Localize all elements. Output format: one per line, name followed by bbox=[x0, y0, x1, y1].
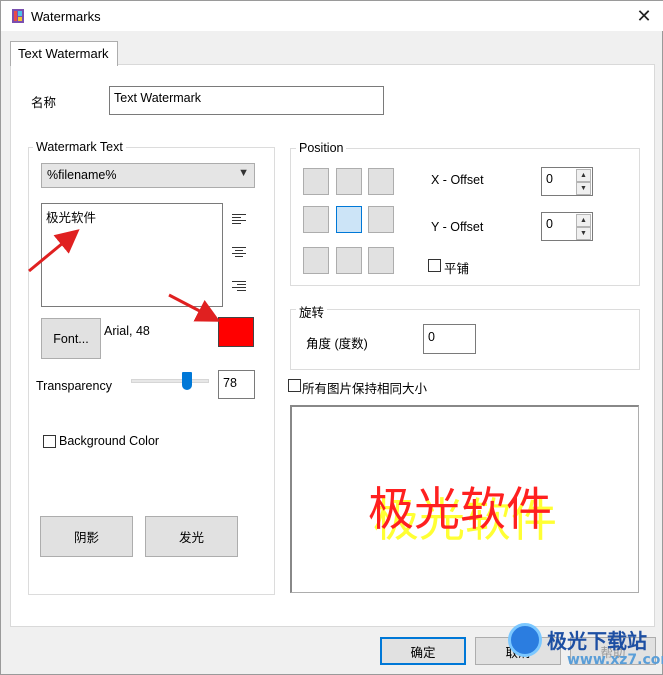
tile-checkbox[interactable] bbox=[428, 259, 441, 272]
position-top-right[interactable] bbox=[368, 168, 394, 195]
watermark-text-group-title: Watermark Text bbox=[33, 140, 126, 154]
align-left-icon[interactable] bbox=[232, 214, 248, 228]
y-offset-down-icon[interactable]: ▼ bbox=[576, 227, 591, 240]
watermark-text-area[interactable]: 极光软件 bbox=[41, 203, 223, 307]
font-description: Arial, 48 bbox=[104, 324, 150, 338]
chevron-down-icon: ▼ bbox=[238, 167, 249, 179]
ok-button[interactable]: 确定 bbox=[380, 637, 466, 665]
glow-button[interactable]: 发光 bbox=[145, 516, 238, 557]
background-color-checkbox[interactable] bbox=[43, 435, 56, 448]
preview-watermark-text: 极光软件 bbox=[368, 482, 552, 536]
name-label: 名称 bbox=[31, 96, 57, 110]
title-bar: Watermarks ✕ bbox=[1, 1, 663, 31]
shadow-button[interactable]: 阴影 bbox=[40, 516, 133, 557]
position-middle-right[interactable] bbox=[368, 206, 394, 233]
transparency-slider-track[interactable] bbox=[131, 379, 209, 383]
position-top-left[interactable] bbox=[303, 168, 329, 195]
app-icon bbox=[12, 9, 24, 23]
close-icon: ✕ bbox=[636, 6, 652, 26]
position-top-center[interactable] bbox=[336, 168, 362, 195]
position-middle-left[interactable] bbox=[303, 206, 329, 233]
position-bottom-center[interactable] bbox=[336, 247, 362, 274]
text-variable-value: %filename% bbox=[47, 168, 117, 182]
position-bottom-right[interactable] bbox=[368, 247, 394, 274]
position-group-title: Position bbox=[296, 141, 347, 155]
align-right-icon[interactable] bbox=[232, 281, 248, 295]
align-center-icon[interactable] bbox=[232, 247, 248, 261]
transparency-slider-thumb[interactable] bbox=[181, 372, 192, 390]
preview-pane: 极光软件 极光软件 bbox=[290, 405, 639, 593]
tile-label: 平铺 bbox=[444, 262, 470, 276]
text-color-swatch[interactable] bbox=[218, 317, 254, 347]
same-size-checkbox[interactable] bbox=[288, 379, 301, 392]
close-button[interactable]: ✕ bbox=[629, 4, 659, 28]
font-button[interactable]: Font... bbox=[41, 318, 101, 359]
site-url: www.xz7.com bbox=[567, 652, 663, 668]
tab-text-watermark[interactable]: Text Watermark bbox=[10, 41, 118, 66]
site-logo-icon bbox=[508, 623, 542, 657]
transparency-label: Transparency bbox=[36, 379, 112, 393]
x-offset-label: X - Offset bbox=[431, 173, 484, 187]
x-offset-value: 0 bbox=[546, 172, 553, 186]
transparency-input[interactable]: 78 bbox=[218, 370, 255, 399]
y-offset-up-icon[interactable]: ▲ bbox=[576, 214, 591, 227]
y-offset-label: Y - Offset bbox=[431, 220, 484, 234]
name-input[interactable]: Text Watermark bbox=[109, 86, 384, 115]
background-color-label: Background Color bbox=[59, 434, 160, 448]
rotation-group-title: 旋转 bbox=[296, 302, 328, 321]
position-middle-center[interactable] bbox=[336, 206, 362, 233]
position-bottom-left[interactable] bbox=[303, 247, 329, 274]
y-offset-value: 0 bbox=[546, 217, 553, 231]
watermarks-dialog: Watermarks ✕ Text Watermark 名称 Text Wate… bbox=[0, 0, 663, 675]
angle-input[interactable]: 0 bbox=[423, 324, 476, 354]
text-variable-select[interactable]: %filename% ▼ bbox=[41, 163, 255, 188]
x-offset-spinner[interactable]: 0 ▲ ▼ bbox=[541, 167, 593, 196]
x-offset-up-icon[interactable]: ▲ bbox=[576, 169, 591, 182]
site-brand: 极光下载站 bbox=[547, 629, 647, 653]
window-title: Watermarks bbox=[31, 9, 101, 24]
y-offset-spinner[interactable]: 0 ▲ ▼ bbox=[541, 212, 593, 241]
angle-label: 角度 (度数) bbox=[306, 337, 368, 351]
same-size-label: 所有图片保持相同大小 bbox=[302, 382, 428, 396]
x-offset-down-icon[interactable]: ▼ bbox=[576, 182, 591, 195]
